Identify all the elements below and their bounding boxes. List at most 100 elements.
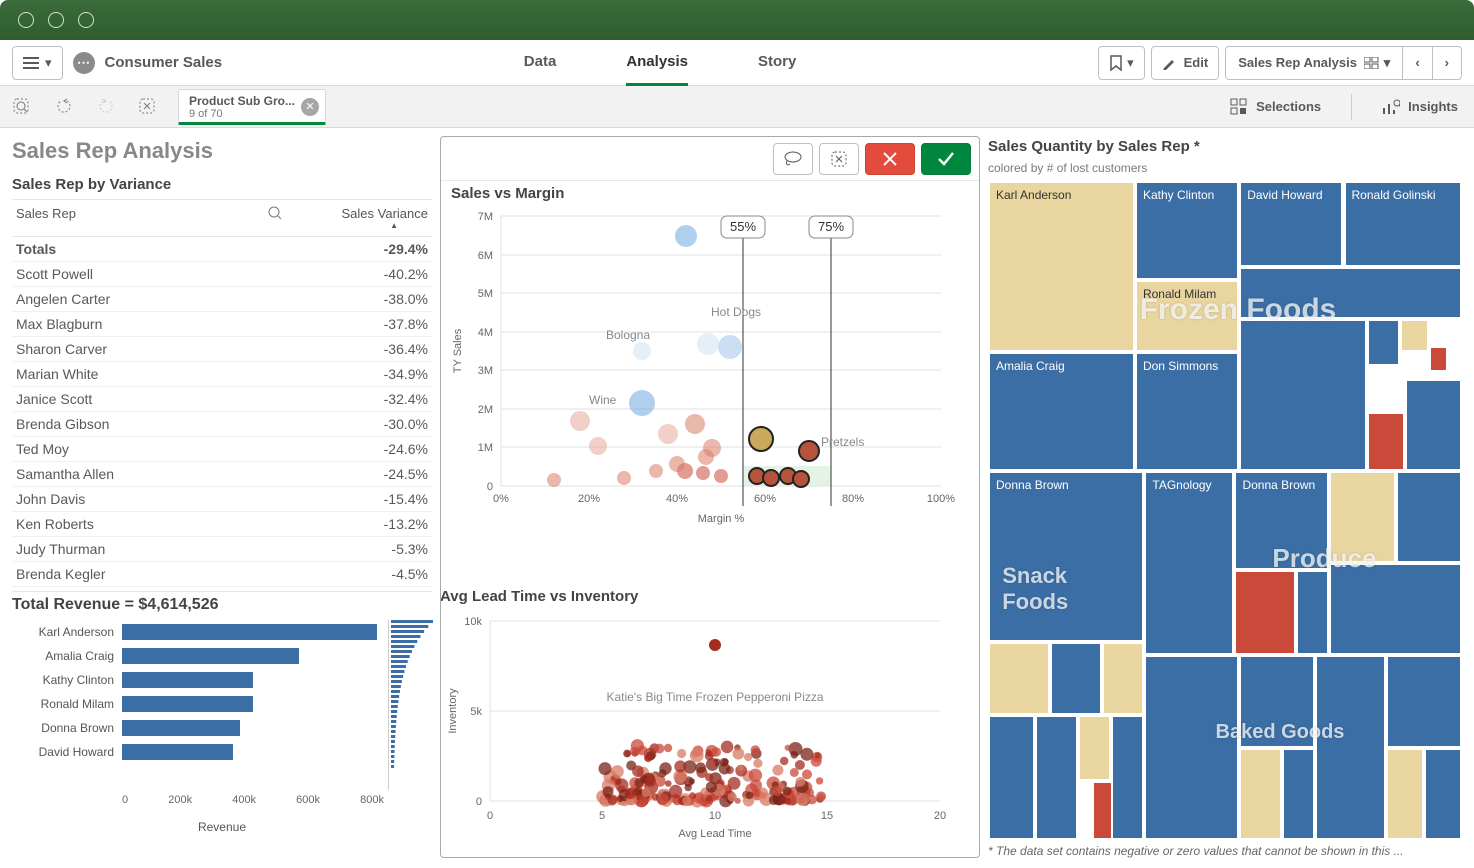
treemap-cell[interactable]: Ronald Milam (1135, 280, 1239, 352)
table-row[interactable]: Sharon Carver-36.4% (12, 337, 432, 362)
insights-icon (1382, 98, 1400, 116)
dashboard-title: Sales Rep Analysis (12, 138, 432, 164)
chip-close-icon[interactable]: ✕ (301, 98, 319, 116)
treemap-panel[interactable]: Sales Quantity by Sales Rep * colored by… (988, 138, 1462, 858)
selections-tool[interactable]: Selections (1230, 98, 1321, 116)
table-row[interactable]: Scott Powell-40.2% (12, 262, 432, 287)
treemap-cell[interactable]: Don Simmons (1135, 352, 1239, 471)
treemap-chart[interactable]: Karl Anderson Kathy Clinton Ronald Milam… (988, 181, 1462, 840)
treemap-cell[interactable] (988, 715, 1035, 840)
sheet-prev[interactable]: ‹ (1403, 47, 1432, 79)
bar-row[interactable]: Kathy Clinton (122, 668, 384, 692)
svg-text:2M: 2M (478, 404, 493, 416)
treemap-cell[interactable]: Donna Brown (988, 471, 1144, 642)
bar-row[interactable]: Ronald Milam (122, 692, 384, 716)
col-salesrep[interactable]: Sales Rep (16, 206, 76, 230)
treemap-cell[interactable]: David Howard (1239, 181, 1343, 267)
treemap-cell[interactable] (1367, 319, 1400, 365)
treemap-cell[interactable] (1144, 655, 1239, 840)
table-row[interactable]: Janice Scott-32.4% (12, 387, 432, 412)
treemap-cell[interactable]: Ronald Golinski (1344, 181, 1463, 267)
treemap-cell[interactable] (1239, 748, 1282, 840)
menu-button[interactable]: ▾ (12, 46, 63, 80)
sales-vs-margin-chart[interactable]: 0 1M 2M 3M 4M 5M 6M 7M 0% 20% 40% 60% 80… (441, 206, 961, 536)
sheet-navigator: Sales Rep Analysis ▾ ‹ › (1225, 46, 1462, 80)
lasso-button[interactable] (773, 143, 813, 175)
svg-text:Wine: Wine (589, 393, 617, 407)
treemap-cell[interactable] (1234, 570, 1296, 656)
table-row[interactable]: Judy Thurman-5.3% (12, 537, 432, 562)
tab-analysis[interactable]: Analysis (626, 40, 688, 86)
revenue-panel[interactable]: Total Revenue = $4,614,526 Karl Anderson… (12, 591, 432, 834)
window-control[interactable] (78, 12, 94, 28)
treemap-cell[interactable] (1405, 379, 1462, 471)
insights-tool[interactable]: Insights (1382, 98, 1458, 116)
treemap-cell[interactable] (1386, 748, 1424, 840)
selection-chip[interactable]: Product Sub Gro... 9 of 70 ✕ (178, 89, 326, 125)
edit-button[interactable]: Edit (1151, 46, 1220, 80)
treemap-cell[interactable]: Amalia Craig (988, 352, 1135, 471)
treemap-cell[interactable] (1396, 471, 1462, 563)
smart-search-icon[interactable] (10, 95, 34, 119)
clear-selection-icon[interactable] (136, 95, 160, 119)
treemap-cell[interactable] (1329, 563, 1462, 655)
treemap-cell[interactable] (1329, 471, 1395, 563)
sheet-next[interactable]: › (1433, 47, 1461, 79)
treemap-cell[interactable]: Kathy Clinton (1135, 181, 1239, 280)
treemap-cell[interactable] (1102, 642, 1145, 714)
bar-row[interactable]: Donna Brown (122, 716, 384, 740)
svg-text:Bologna: Bologna (606, 328, 650, 342)
bar-row[interactable]: David Howard (122, 740, 384, 764)
bookmark-button[interactable]: ▾ (1098, 46, 1145, 80)
treemap-cell[interactable] (1239, 267, 1462, 320)
treemap-cell[interactable]: TAGnology (1144, 471, 1234, 656)
table-row[interactable]: Max Blagburn-37.8% (12, 312, 432, 337)
treemap-cell[interactable] (1386, 655, 1462, 747)
step-forward-icon[interactable] (94, 95, 118, 119)
bar-row[interactable]: Amalia Craig (122, 644, 384, 668)
table-row[interactable]: Brenda Gibson-30.0% (12, 412, 432, 437)
sheet-selector[interactable]: Sales Rep Analysis ▾ (1226, 47, 1403, 79)
treemap-cell[interactable] (1367, 412, 1405, 471)
treemap-cell[interactable] (1111, 715, 1144, 840)
table-row[interactable]: Samantha Allen-24.5% (12, 462, 432, 487)
table-row[interactable]: Ted Moy-24.6% (12, 437, 432, 462)
variance-table[interactable]: Sales Rep Sales Variance ▲ Totals-29.4% … (12, 199, 432, 587)
window-control[interactable] (18, 12, 34, 28)
tab-story[interactable]: Story (758, 40, 796, 86)
bar-row[interactable]: Karl Anderson (122, 620, 384, 644)
step-back-icon[interactable] (52, 95, 76, 119)
tab-data[interactable]: Data (524, 40, 557, 86)
treemap-cell[interactable] (1078, 715, 1111, 781)
window-control[interactable] (48, 12, 64, 28)
clear-button[interactable] (819, 143, 859, 175)
treemap-cell[interactable] (1035, 715, 1078, 840)
search-icon[interactable] (268, 206, 282, 230)
confirm-button[interactable] (921, 143, 971, 175)
treemap-cell[interactable] (1050, 642, 1102, 714)
revenue-bar-chart[interactable]: Karl AndersonAmalia CraigKathy ClintonRo… (12, 620, 432, 820)
table-row[interactable]: John Davis-15.4% (12, 487, 432, 512)
treemap-cell[interactable] (1296, 570, 1329, 656)
treemap-cell[interactable] (1429, 346, 1448, 372)
svg-text:4M: 4M (478, 327, 493, 339)
svg-text:40%: 40% (666, 493, 688, 505)
col-variance[interactable]: Sales Variance (342, 206, 428, 221)
svg-text:7M: 7M (478, 211, 493, 223)
treemap-cell[interactable] (1282, 748, 1315, 840)
table-row[interactable]: Ken Roberts-13.2% (12, 512, 432, 537)
sales-vs-margin-panel[interactable]: Sales vs Margin 0 1M 2M 3M 4M 5M (440, 136, 980, 858)
cancel-button[interactable] (865, 143, 915, 175)
treemap-cell[interactable] (1400, 319, 1428, 352)
treemap-cell[interactable] (1239, 655, 1315, 747)
table-row[interactable]: Marian White-34.9% (12, 362, 432, 387)
treemap-cell[interactable] (988, 642, 1050, 714)
treemap-cell[interactable] (1315, 655, 1386, 840)
treemap-cell[interactable]: Karl Anderson (988, 181, 1135, 352)
variance-panel[interactable]: Sales Rep by Variance Sales Rep Sales Va… (12, 176, 432, 587)
treemap-cell[interactable] (1424, 748, 1462, 840)
table-row[interactable]: Brenda Kegler-4.5% (12, 562, 432, 587)
treemap-cell[interactable]: Donna Brown (1234, 471, 1329, 570)
treemap-cell[interactable] (1239, 319, 1367, 471)
table-row[interactable]: Angelen Carter-38.0% (12, 287, 432, 312)
